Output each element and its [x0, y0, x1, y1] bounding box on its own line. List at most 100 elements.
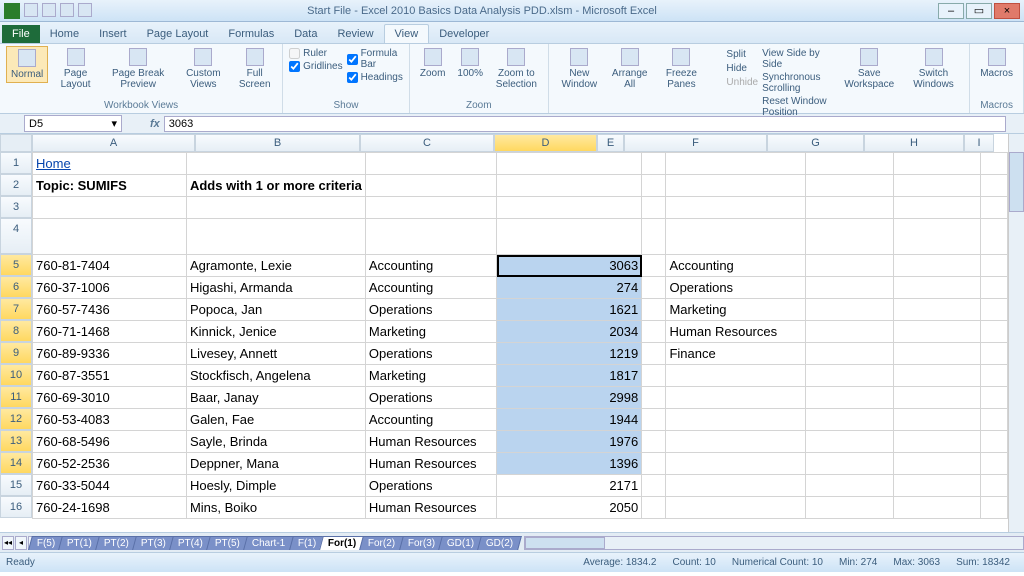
cell[interactable] — [805, 365, 894, 387]
col-header-H[interactable]: H — [864, 134, 964, 152]
cell[interactable] — [894, 453, 981, 475]
row-header-12[interactable]: 12 — [0, 408, 32, 430]
cell[interactable]: 2171 — [497, 475, 642, 497]
cell[interactable]: Stockfisch, Angelena — [186, 365, 365, 387]
cell[interactable]: 1976 — [497, 431, 642, 453]
cell[interactable]: 2998 — [497, 387, 642, 409]
cell[interactable]: Accounting — [365, 277, 496, 299]
full-screen-button[interactable]: Full Screen — [233, 46, 276, 92]
cell[interactable] — [642, 219, 666, 255]
cell[interactable] — [981, 175, 1008, 197]
cell[interactable] — [981, 321, 1008, 343]
cell[interactable] — [894, 387, 981, 409]
cell[interactable]: 760-71-1468 — [33, 321, 187, 343]
headings-checkbox[interactable]: Headings — [347, 72, 403, 83]
cell[interactable] — [642, 409, 666, 431]
close-button[interactable]: × — [994, 3, 1020, 19]
cell[interactable]: 760-81-7404 — [33, 255, 187, 277]
cell[interactable] — [805, 175, 894, 197]
cell[interactable] — [186, 197, 365, 219]
tab-formulas[interactable]: Formulas — [218, 25, 284, 43]
cell[interactable] — [805, 475, 894, 497]
cell[interactable] — [666, 197, 805, 219]
minimize-button[interactable]: – — [938, 3, 964, 19]
cell[interactable] — [981, 153, 1008, 175]
normal-view-button[interactable]: Normal — [6, 46, 48, 83]
cell[interactable] — [805, 387, 894, 409]
cell[interactable] — [642, 387, 666, 409]
tab-view[interactable]: View — [384, 24, 430, 43]
row-header-9[interactable]: 9 — [0, 342, 32, 364]
tab-nav-prev[interactable]: ◂ — [15, 536, 27, 550]
cell[interactable]: Operations — [666, 277, 805, 299]
sheet-tab-For(2)[interactable]: For(2) — [360, 536, 405, 550]
gridlines-checkbox[interactable]: Gridlines — [289, 61, 342, 72]
cell[interactable] — [981, 453, 1008, 475]
cell[interactable] — [894, 153, 981, 175]
cell[interactable]: Operations — [365, 299, 496, 321]
tab-developer[interactable]: Developer — [429, 25, 499, 43]
cell[interactable]: 760-68-5496 — [33, 431, 187, 453]
cell[interactable]: Operations — [365, 343, 496, 365]
cell[interactable] — [805, 343, 894, 365]
tab-page-layout[interactable]: Page Layout — [137, 25, 219, 43]
cell[interactable]: Human Resources — [666, 321, 805, 343]
chevron-down-icon[interactable]: ▾ — [111, 117, 117, 130]
cell[interactable]: Marketing — [365, 321, 496, 343]
page-layout-button[interactable]: Page Layout — [52, 46, 99, 92]
cell[interactable]: Sayle, Brinda — [186, 431, 365, 453]
cell[interactable] — [666, 175, 805, 197]
cell[interactable] — [365, 197, 496, 219]
arrange-all-button[interactable]: Arrange All — [608, 46, 652, 92]
cell[interactable]: Marketing — [365, 365, 496, 387]
cell[interactable]: 1944 — [497, 409, 642, 431]
cell[interactable]: 760-24-1698 — [33, 497, 187, 519]
cell[interactable]: Department — [666, 219, 805, 255]
row-header-8[interactable]: 8 — [0, 320, 32, 342]
cell[interactable] — [642, 175, 666, 197]
sheet-tab-For(1)[interactable]: For(1) — [319, 536, 365, 550]
cell[interactable]: Hours worked Last Year — [497, 219, 642, 255]
cell[interactable] — [894, 431, 981, 453]
cell[interactable]: 760-69-3010 — [33, 387, 187, 409]
row-header-6[interactable]: 6 — [0, 276, 32, 298]
row-header-2[interactable]: 2 — [0, 174, 32, 196]
cell[interactable] — [981, 343, 1008, 365]
cell[interactable] — [642, 153, 666, 175]
cell[interactable]: Accounting — [365, 255, 496, 277]
cell[interactable] — [642, 497, 666, 519]
cell[interactable]: Kinnick, Jenice — [186, 321, 365, 343]
sheet-tab-Chart-1[interactable]: Chart-1 — [243, 536, 294, 550]
cell[interactable]: 1219 — [497, 343, 642, 365]
cell[interactable]: 760-87-3551 — [33, 365, 187, 387]
cell[interactable]: SUM — [805, 219, 894, 255]
col-header-C[interactable]: C — [360, 134, 494, 152]
freeze-panes-button[interactable]: Freeze Panes — [655, 46, 707, 92]
cell[interactable] — [497, 197, 642, 219]
cell[interactable]: Hoesly, Dimple — [186, 475, 365, 497]
cell[interactable] — [805, 153, 894, 175]
cell[interactable] — [365, 153, 496, 175]
cell[interactable]: 760-57-7436 — [33, 299, 187, 321]
cell[interactable]: 760-53-4083 — [33, 409, 187, 431]
cell[interactable] — [642, 453, 666, 475]
tab-review[interactable]: Review — [327, 25, 383, 43]
cell[interactable] — [805, 255, 894, 277]
cell[interactable] — [894, 219, 981, 255]
cell[interactable] — [981, 431, 1008, 453]
col-header-B[interactable]: B — [195, 134, 360, 152]
cell[interactable] — [642, 475, 666, 497]
page-break-button[interactable]: Page Break Preview — [103, 46, 173, 92]
macros-button[interactable]: Macros — [976, 46, 1017, 81]
row-header-4[interactable]: 4 — [0, 218, 32, 254]
cell[interactable]: Employee — [186, 219, 365, 255]
cell[interactable] — [642, 343, 666, 365]
cell[interactable]: Human Resources — [365, 431, 496, 453]
maximize-button[interactable]: ▭ — [966, 3, 992, 19]
cell[interactable] — [666, 497, 805, 519]
cell[interactable] — [981, 299, 1008, 321]
cell[interactable] — [666, 453, 805, 475]
split-button[interactable]: Split — [711, 48, 758, 60]
row-header-11[interactable]: 11 — [0, 386, 32, 408]
vertical-scrollbar[interactable] — [1008, 134, 1024, 532]
